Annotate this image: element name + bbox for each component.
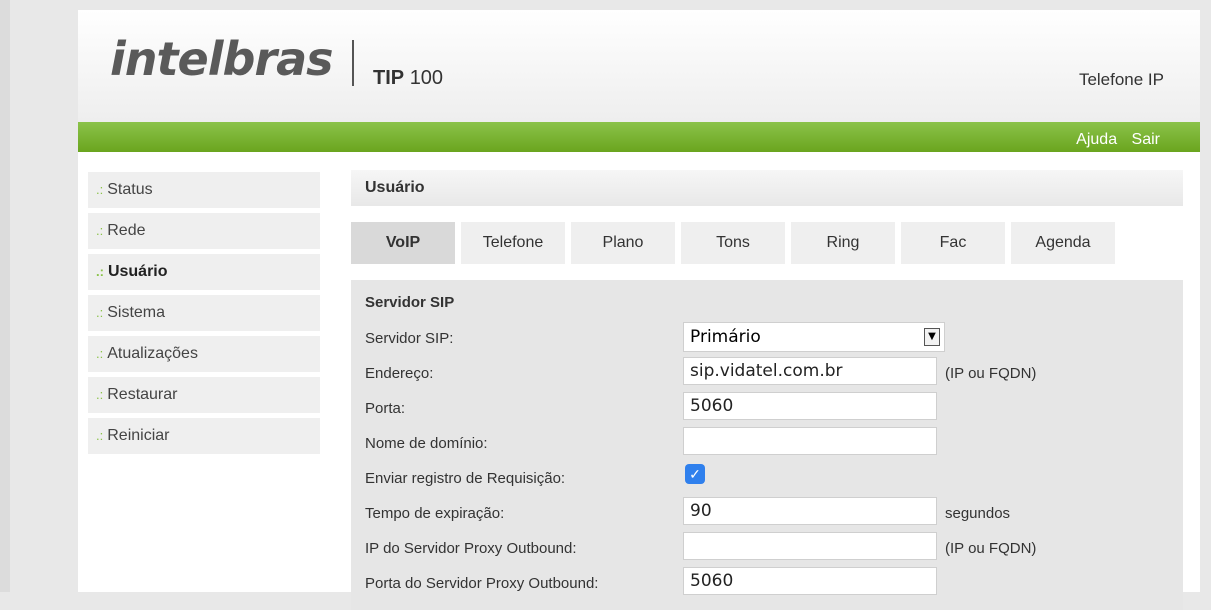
row-dominio: Nome de domínio: bbox=[365, 427, 1125, 457]
sidebar: .: Status .: Rede .: Usuário .: Sistema .: At… bbox=[88, 172, 320, 459]
intelbras-logo: intelbras bbox=[110, 32, 334, 86]
panel-title: Servidor SIP bbox=[365, 294, 455, 311]
expiracao-unit: segundos bbox=[945, 505, 1011, 522]
endereco-note: (IP ou FQDN) bbox=[945, 365, 1037, 382]
sip-server-panel: Servidor SIP Servidor SIP: Primário ▼ En… bbox=[351, 280, 1183, 610]
tab-telefone[interactable]: Telefone bbox=[461, 222, 565, 264]
device-web-ui: intelbras TIP 100 Telefone IP Ajuda Sair… bbox=[78, 10, 1200, 610]
servidor-sip-label: Servidor SIP: bbox=[365, 330, 454, 347]
tab-tons[interactable]: Tons bbox=[681, 222, 785, 264]
registro-checkbox[interactable]: ✓ bbox=[685, 464, 705, 484]
logout-link[interactable]: Sair bbox=[1132, 131, 1160, 148]
porta-label: Porta: bbox=[365, 400, 406, 417]
expiracao-input[interactable]: 90 bbox=[683, 497, 937, 525]
header: intelbras TIP 100 Telefone IP bbox=[78, 10, 1200, 122]
row-registro: Enviar registro de Requisição: ✓ bbox=[365, 462, 1125, 492]
servidor-sip-select[interactable]: Primário ▼ bbox=[683, 322, 945, 352]
proxy-ip-label: IP do Servidor Proxy Outbound: bbox=[365, 540, 577, 557]
bullet-icon: .: bbox=[96, 305, 104, 320]
sidebar-item-label: Status bbox=[107, 181, 153, 198]
registro-label: Enviar registro de Requisição: bbox=[365, 470, 566, 487]
row-expiracao: Tempo de expiração: 90 segundos bbox=[365, 497, 1125, 527]
sidebar-item-reiniciar[interactable]: .: Reiniciar bbox=[88, 418, 320, 454]
porta-input[interactable]: 5060 bbox=[683, 392, 937, 420]
proxy-ip-input[interactable] bbox=[683, 532, 937, 560]
top-nav-bar bbox=[78, 122, 1200, 152]
bullet-icon: .: bbox=[96, 428, 104, 443]
logo-separator bbox=[352, 40, 354, 86]
tab-agenda[interactable]: Agenda bbox=[1011, 222, 1115, 264]
model-number: 100 bbox=[409, 67, 444, 89]
dropdown-arrow-icon: ▼ bbox=[924, 328, 940, 346]
main-content: Usuário VoIP Telefone Plano Tons Ring Fa… bbox=[351, 170, 1183, 610]
bullet-icon: .: bbox=[96, 387, 104, 402]
dominio-input[interactable] bbox=[683, 427, 937, 455]
expiracao-label: Tempo de expiração: bbox=[365, 505, 505, 522]
proxy-porta-label: Porta do Servidor Proxy Outbound: bbox=[365, 575, 599, 592]
model-prefix: TIP bbox=[373, 67, 405, 89]
tab-fac[interactable]: Fac bbox=[901, 222, 1005, 264]
sidebar-item-restaurar[interactable]: .: Restaurar bbox=[88, 377, 320, 413]
top-links: Ajuda Sair bbox=[1066, 131, 1160, 149]
bullet-icon: .: bbox=[96, 182, 104, 197]
tab-bar: VoIP Telefone Plano Tons Ring Fac Agenda bbox=[351, 222, 1183, 266]
sidebar-item-label: Sistema bbox=[107, 304, 166, 321]
product-name: Telefone IP bbox=[1078, 70, 1164, 89]
sidebar-item-label: Atualizações bbox=[107, 345, 198, 362]
sidebar-item-status[interactable]: .: Status bbox=[88, 172, 320, 208]
sidebar-item-label: Reiniciar bbox=[107, 427, 170, 444]
tab-plano[interactable]: Plano bbox=[571, 222, 675, 264]
proxy-ip-note: (IP ou FQDN) bbox=[945, 540, 1037, 557]
bullet-icon: .: bbox=[96, 264, 104, 279]
endereco-input[interactable]: sip.vidatel.com.br bbox=[683, 357, 937, 385]
sidebar-item-label: Rede bbox=[107, 222, 146, 239]
tab-voip[interactable]: VoIP bbox=[351, 222, 455, 264]
sidebar-item-usuario[interactable]: .: Usuário bbox=[88, 254, 320, 290]
model-name: TIP 100 bbox=[373, 67, 443, 90]
proxy-porta-input[interactable]: 5060 bbox=[683, 567, 937, 595]
row-porta: Porta: 5060 bbox=[365, 392, 1125, 422]
page-edge bbox=[0, 0, 10, 592]
row-endereco: Endereço: sip.vidatel.com.br (IP ou FQDN… bbox=[365, 357, 1125, 387]
servidor-sip-value: Primário bbox=[690, 327, 761, 347]
help-link[interactable]: Ajuda bbox=[1076, 131, 1117, 148]
bullet-icon: .: bbox=[96, 223, 104, 238]
dominio-label: Nome de domínio: bbox=[365, 435, 488, 452]
sidebar-item-label: Restaurar bbox=[107, 386, 178, 403]
bullet-icon: .: bbox=[96, 346, 104, 361]
page-title: Usuário bbox=[351, 170, 1183, 206]
sidebar-item-sistema[interactable]: .: Sistema bbox=[88, 295, 320, 331]
row-proxy-porta: Porta do Servidor Proxy Outbound: 5060 bbox=[365, 567, 1125, 597]
tab-ring[interactable]: Ring bbox=[791, 222, 895, 264]
sidebar-item-atualizacoes[interactable]: .: Atualizações bbox=[88, 336, 320, 372]
endereco-label: Endereço: bbox=[365, 365, 434, 382]
row-servidor-sip: Servidor SIP: Primário ▼ bbox=[365, 322, 1125, 352]
sidebar-item-rede[interactable]: .: Rede bbox=[88, 213, 320, 249]
row-proxy-ip: IP do Servidor Proxy Outbound: (IP ou FQ… bbox=[365, 532, 1125, 562]
sidebar-item-label: Usuário bbox=[107, 263, 168, 280]
